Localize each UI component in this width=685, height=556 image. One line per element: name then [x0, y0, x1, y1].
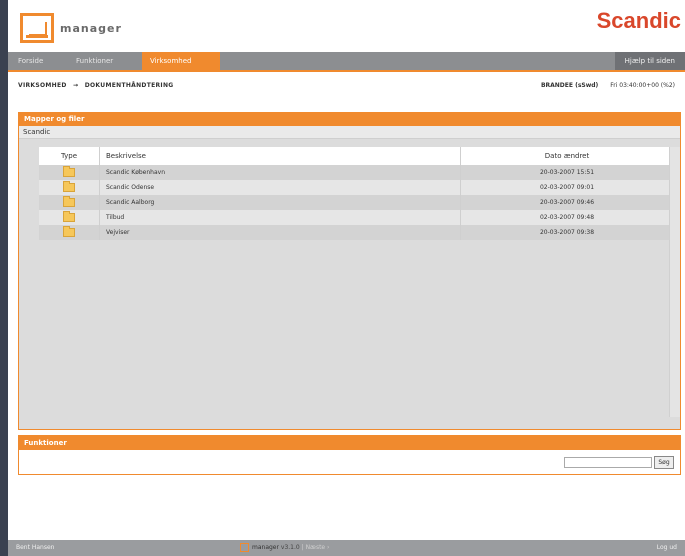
row-date: 20-03-2007 09:46 [460, 195, 673, 210]
table-row[interactable]: Scandic Aalborg 20-03-2007 09:46 [39, 195, 673, 210]
footer-user: Bent Hansen [16, 544, 55, 551]
breadcrumb-item-dokument[interactable]: DOKUMENTHÅNDTERING [85, 82, 174, 89]
col-description[interactable]: Beskrivelse [99, 147, 461, 165]
tab-virksomhed[interactable]: Virksomhed [142, 52, 220, 70]
table-row[interactable]: Vejviser 20-03-2007 09:38 [39, 225, 673, 240]
row-name[interactable]: Vejviser [99, 225, 461, 240]
panel-title: Mapper og filer [19, 113, 680, 126]
app-window: manager Scandic Forside Funktioner Virks… [8, 0, 685, 548]
table-row[interactable]: Scandic København 20-03-2007 15:51 [39, 165, 673, 180]
header: manager Scandic [8, 0, 685, 52]
user-info: BRANDEE (sSwd) Fri 03:40:00+00 (%2) [541, 82, 675, 89]
nav-bar: Forside Funktioner Virksomhed Hjælp til … [8, 52, 685, 72]
functions-panel: Funktioner Søg [18, 435, 681, 475]
breadcrumb-arrow-icon: → [73, 82, 79, 89]
row-name[interactable]: Scandic Aalborg [99, 195, 461, 210]
user-name: BRANDEE (sSwd) [540, 82, 599, 89]
user-session: Fri 03:40:00+00 (%2) [610, 82, 675, 89]
folder-icon [63, 211, 75, 222]
footer-version: v3.1.0 [280, 544, 300, 551]
search-input[interactable] [564, 457, 652, 468]
logo: manager [20, 10, 122, 46]
row-date: 20-03-2007 15:51 [460, 165, 673, 180]
files-table: Type Beskrivelse Dato ændret Scandic Køb… [39, 147, 673, 240]
folder-icon [63, 181, 75, 192]
folder-path[interactable]: Scandic [19, 126, 680, 139]
logo-text: manager [60, 21, 122, 35]
row-name[interactable]: Scandic København [99, 165, 461, 180]
row-name[interactable]: Scandic Odense [99, 180, 461, 195]
functions-title: Funktioner [19, 436, 680, 450]
col-type[interactable]: Type [39, 147, 100, 165]
tab-funktioner[interactable]: Funktioner [68, 52, 121, 70]
row-date: 02-03-2007 09:48 [460, 210, 673, 225]
logout-link[interactable]: Log ud [657, 540, 677, 556]
brand-logo: Scandic [596, 8, 681, 33]
table-row[interactable]: Tilbud 02-03-2007 09:48 [39, 210, 673, 225]
row-date: 02-03-2007 09:01 [460, 180, 673, 195]
footer-product-name: manager [252, 544, 279, 551]
search-button[interactable]: Søg [654, 456, 674, 469]
table-row[interactable]: Scandic Odense 02-03-2007 09:01 [39, 180, 673, 195]
footer: Bent Hansen manager v3.1.0 | Næste › Log… [8, 540, 685, 556]
folder-icon [63, 226, 75, 237]
tab-forside[interactable]: Forside [10, 52, 51, 70]
scrollbar[interactable] [669, 147, 680, 417]
footer-product: manager v3.1.0 | Næste › [240, 540, 329, 556]
files-panel: Mapper og filer Scandic Type Beskrivelse… [18, 112, 681, 430]
help-link[interactable]: Hjælp til siden [614, 52, 685, 70]
col-date[interactable]: Dato ændret [460, 147, 673, 165]
breadcrumb-item-virksomhed[interactable]: VIRKSOMHED [18, 82, 67, 89]
folder-icon [63, 196, 75, 207]
folder-icon [63, 166, 75, 177]
manager-logo-icon [240, 543, 249, 552]
row-date: 20-03-2007 09:38 [460, 225, 673, 240]
footer-next-link[interactable]: | Næste › [302, 544, 330, 551]
row-name[interactable]: Tilbud [99, 210, 461, 225]
logo-icon [20, 13, 54, 43]
breadcrumb: VIRKSOMHED → DOKUMENTHÅNDTERING [18, 82, 174, 89]
